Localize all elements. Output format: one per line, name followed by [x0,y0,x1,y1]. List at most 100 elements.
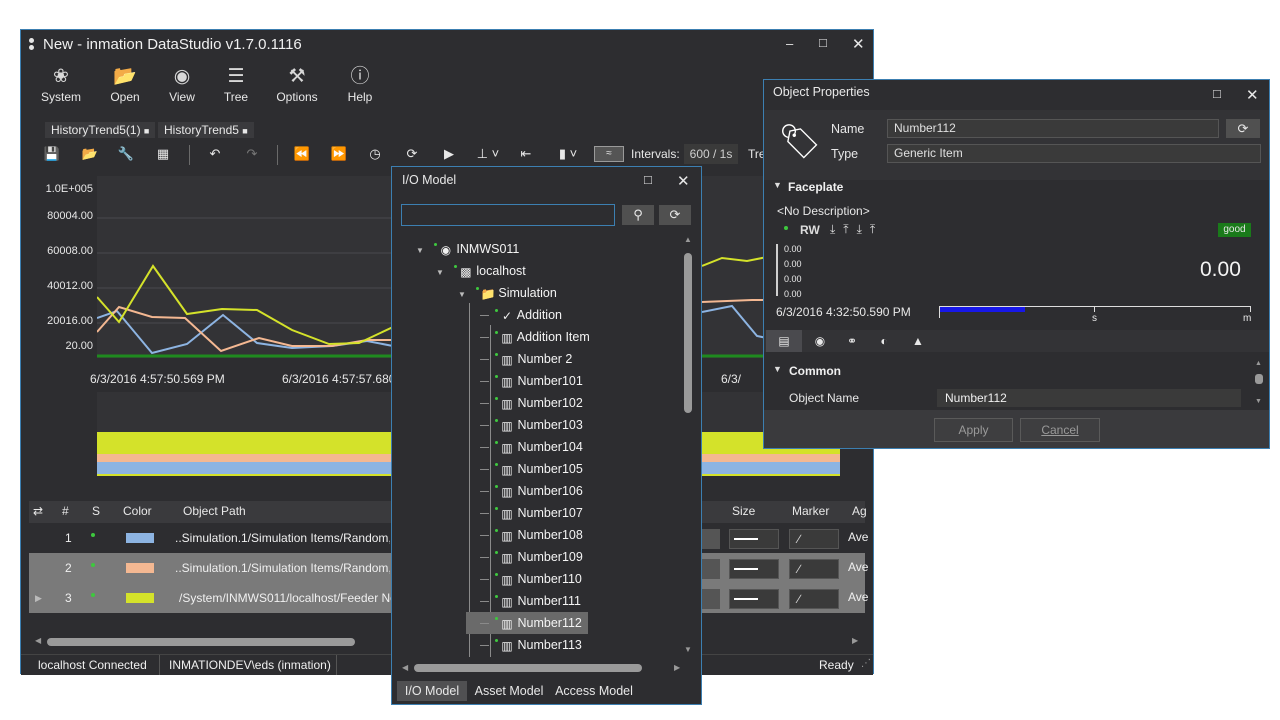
size-select[interactable] [729,529,779,549]
faceplate-header[interactable]: Faceplate [788,180,843,194]
apply-button[interactable]: Apply [934,418,1013,442]
save-icon[interactable]: 💾 [41,143,63,165]
close-button[interactable]: ✕ [852,35,865,53]
tree-node[interactable]: ▥ Number109 [480,546,583,568]
expand-icon[interactable]: ▼ [458,290,466,299]
trend-chart[interactable]: 1.0E+005 80004.00 60008.00 40012.00 2001… [21,176,395,386]
color-swatch[interactable] [126,563,154,573]
list-icon[interactable]: ▤ [766,330,802,352]
table-settings-icon[interactable]: ⇄ [33,504,43,518]
properties-scrollbar[interactable]: ▲ ▼ [1254,360,1264,408]
tree-node[interactable]: ▥ Number103 [480,414,583,436]
dropdown-button[interactable] [700,529,720,549]
row-expand-icon[interactable]: ▶ [35,583,42,613]
refresh-button[interactable]: ⟳ [659,205,691,225]
redo-icon[interactable]: ↷ [241,143,263,165]
col-color[interactable]: Color [123,504,152,518]
lock-icon[interactable]: ◉ [804,330,836,352]
marker-select[interactable]: ∕ [789,529,839,549]
tree-node[interactable]: ▥ Number110 [480,568,582,590]
tree-node[interactable]: ▥ Number101 [480,370,583,392]
maximize-button[interactable]: □ [819,35,827,50]
faceplate-action-icons[interactable]: ⤓⤒⤓⤒ [830,222,883,237]
menu-open[interactable]: 📂 Open [97,64,153,104]
tree-node[interactable]: ▼ ◉ INMWS011 [416,238,519,260]
wrench-icon[interactable]: 🔧 [115,143,137,165]
tree-node[interactable]: ▥ Number106 [480,480,583,502]
link-icon[interactable]: ⚭ [836,330,868,352]
open-folder-icon[interactable]: 📂 [79,143,101,165]
chart-mode-icon[interactable]: ≈ [594,146,624,162]
tab-io-model[interactable]: I/O Model [397,681,467,701]
scroll-up-icon[interactable]: ▲ [684,235,692,244]
undo-icon[interactable]: ↶ [204,143,226,165]
tree-node[interactable]: ✓ Addition [480,304,562,326]
overview-strip[interactable] [97,392,393,482]
size-select[interactable] [729,559,779,579]
col-size[interactable]: Size [732,504,755,518]
menu-options[interactable]: ⚒ Options [263,64,331,104]
col-status[interactable]: S [92,504,100,518]
tree-node[interactable]: ▥ Number107 [480,502,583,524]
dropdown-button[interactable] [700,559,720,579]
scroll-thumb[interactable] [1255,374,1263,384]
rewind-icon[interactable]: ⏪ [291,143,313,165]
scroll-right-icon[interactable]: ▶ [674,663,680,672]
expand-icon[interactable]: ▼ [436,268,444,277]
play-icon[interactable]: ▶ [438,143,460,165]
aggregate-value[interactable]: Ave [848,560,868,574]
collapse-faceplate-icon[interactable]: ▼ [773,180,782,190]
col-object-path[interactable]: Object Path [183,504,246,518]
menu-view[interactable]: ◉ View [155,64,209,104]
marker-select[interactable]: ∕ [789,559,839,579]
search-input[interactable] [401,204,615,226]
gauge-icon[interactable]: ◐ [868,330,900,352]
tree-node[interactable]: ▥ Number104 [480,436,583,458]
tree-node[interactable]: ▥ Number102 [480,392,583,414]
tree-node[interactable]: ▥ Number 2 [480,348,572,370]
menu-tree[interactable]: ☰ Tree [211,64,261,104]
scroll-thumb[interactable] [47,638,355,646]
tree-node[interactable]: ▼ 📁 Simulation [458,282,557,304]
maximize-button[interactable]: □ [1213,86,1221,101]
close-button[interactable]: ✕ [677,172,690,190]
tab-access-model[interactable]: Access Model [552,681,636,701]
intervals-input[interactable]: 600 / 1s [684,144,738,164]
object-name-field[interactable]: Number112 [937,389,1241,407]
end-marker-dropdown-icon[interactable]: ▮ ˅ [553,143,583,165]
aggregate-value[interactable]: Ave [848,530,868,544]
scroll-left-icon[interactable]: ◀ [402,663,408,672]
maximize-button[interactable]: □ [644,172,652,187]
menu-help[interactable]: ⓘ Help [333,64,387,104]
common-header[interactable]: Common [789,364,841,378]
tree-h-scrollbar[interactable]: ◀ ▶ [402,663,682,673]
scroll-thumb[interactable] [684,253,692,413]
clock-icon[interactable]: ◷ [364,143,386,165]
menu-system[interactable]: ❀ System [33,64,89,104]
color-swatch[interactable] [126,593,154,603]
tree-node[interactable]: ▥ Number113 [480,634,582,656]
excel-icon[interactable]: ▦ [152,143,174,165]
col-marker[interactable]: Marker [792,504,829,518]
tree-scrollbar[interactable]: ▲ ▼ [682,235,694,657]
tree-node[interactable]: ▥ Number108 [480,524,583,546]
close-button[interactable]: ✕ [1246,86,1259,104]
axis-dropdown-icon[interactable]: ⊥ ˅ [473,143,503,165]
size-select[interactable] [729,589,779,609]
minimize-button[interactable]: – [786,36,793,51]
color-swatch[interactable] [126,533,154,543]
marker-select[interactable]: ∕ [789,589,839,609]
tree-node[interactable]: ▥ Number105 [480,458,583,480]
start-marker-icon[interactable]: ⇤ [515,143,537,165]
hierarchy-icon[interactable]: ▲ [902,330,934,352]
expand-icon[interactable]: ▼ [416,246,424,255]
cancel-button[interactable]: Cancel [1020,418,1100,442]
name-field[interactable]: Number112 [887,119,1219,138]
tab-asset-model[interactable]: Asset Model [470,681,548,701]
scroll-right-icon[interactable]: ▶ [852,636,858,645]
refresh-icon[interactable]: ⟳ [401,143,423,165]
scroll-down-icon[interactable]: ▼ [684,645,692,654]
tree-node[interactable]: ▼ ▩ localhost [436,260,526,282]
tab-historytrend5-1[interactable]: HistoryTrend5(1) ■ [45,122,156,138]
fast-forward-icon[interactable]: ⏩ [328,143,350,165]
